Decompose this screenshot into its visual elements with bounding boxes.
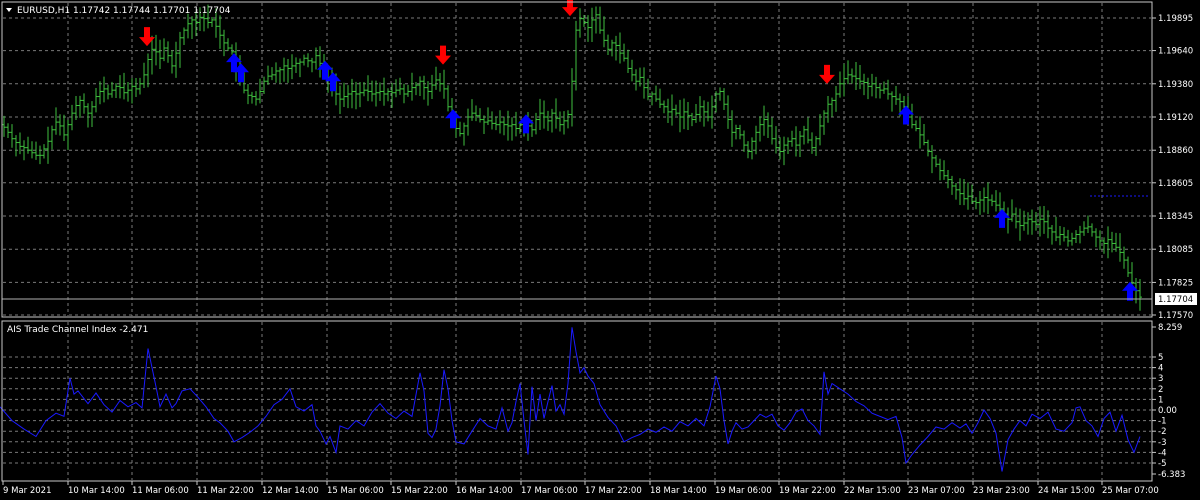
indicator-scale-label: 3 (1158, 374, 1163, 384)
indicator-scale-label: 8.259 (1158, 323, 1182, 333)
time-label: 22 Mar 15:00 (844, 486, 901, 496)
time-label: 19 Mar 22:00 (779, 486, 836, 496)
time-label: 15 Mar 06:00 (327, 486, 384, 496)
time-label: 10 Mar 14:00 (68, 486, 125, 496)
price-label: 1.19640 (1158, 47, 1193, 57)
price-label: 1.19895 (1158, 14, 1193, 24)
indicator-scale-label: 1 (1158, 395, 1163, 405)
mt4-chart-window[interactable]: EURUSD,H1 1.17742 1.17744 1.17701 1.1770… (0, 0, 1200, 500)
price-label: 1.17570 (1158, 311, 1193, 321)
time-label: 9 Mar 2021 (3, 486, 51, 496)
price-label: 1.17825 (1158, 278, 1193, 288)
time-label: 25 Mar 07:00 (1102, 486, 1159, 496)
time-label: 17 Mar 06:00 (521, 486, 578, 496)
price-label: 1.18860 (1158, 146, 1193, 156)
indicator-scale-label: 4 (1158, 364, 1163, 374)
time-label: 12 Mar 14:00 (262, 486, 319, 496)
time-label: 24 Mar 15:00 (1038, 486, 1095, 496)
time-label: 16 Mar 14:00 (456, 486, 513, 496)
indicator-title: AIS Trade Channel Index -2.471 (7, 325, 148, 335)
time-label: 11 Mar 06:00 (132, 486, 189, 496)
current-price-label: 1.17704 (1158, 295, 1193, 305)
indicator-scale-label: -3 (1158, 438, 1166, 448)
time-label: 23 Mar 07:00 (908, 486, 965, 496)
current-price-marker: 1.17704 (1155, 293, 1197, 305)
indicator-scale-label: -2 (1158, 427, 1166, 437)
indicator-scale-label: -5 (1158, 459, 1166, 469)
indicator-scale-label: 0.00 (1158, 406, 1177, 416)
price-label: 1.19380 (1158, 80, 1193, 90)
indicator-scale-label: 5 (1158, 353, 1163, 363)
time-label: 15 Mar 22:00 (391, 486, 448, 496)
indicator-scale-label: -1 (1158, 417, 1166, 427)
indicator-scale-label: -6.383 (1158, 470, 1185, 480)
price-label: 1.18345 (1158, 212, 1193, 222)
time-label: 18 Mar 14:00 (650, 486, 707, 496)
indicator-scale-label: -4 (1158, 448, 1166, 458)
chart-background (0, 0, 1200, 500)
time-label: 19 Mar 06:00 (715, 486, 772, 496)
indicator-scale-label: 2 (1158, 385, 1163, 395)
time-label: 17 Mar 22:00 (585, 486, 642, 496)
price-label: 1.18085 (1158, 245, 1193, 255)
price-label: 1.19120 (1158, 113, 1193, 123)
time-label: 11 Mar 22:00 (197, 486, 254, 496)
main-chart-title: EURUSD,H1 1.17742 1.17744 1.17701 1.1770… (17, 6, 231, 16)
price-label: 1.18605 (1158, 179, 1193, 189)
time-label: 23 Mar 23:00 (973, 486, 1030, 496)
